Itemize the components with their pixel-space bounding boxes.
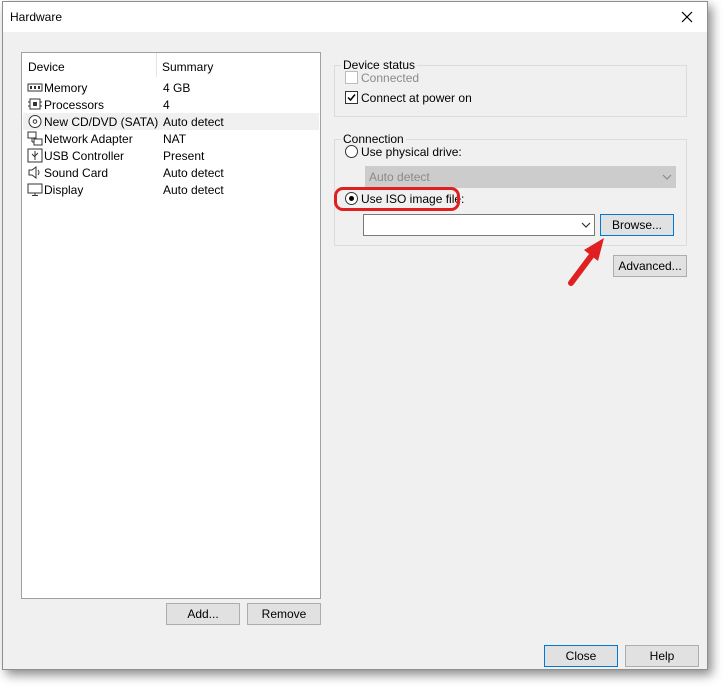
connected-checkbox[interactable] [345,71,358,84]
iso-path-combo[interactable] [363,214,595,236]
checkmark-icon [347,94,356,102]
device-status-title: Device status [341,58,418,72]
device-row-usb-controller[interactable]: USB Controller Present [23,147,319,164]
add-button[interactable]: Add... [166,603,240,625]
device-row-memory[interactable]: Memory 4 GB [23,79,319,96]
chevron-down-icon [662,174,672,180]
device-summary: 4 [163,98,170,112]
device-name: Processors [44,98,105,112]
connection-title: Connection [341,132,406,146]
column-divider[interactable] [156,53,157,77]
device-summary: Auto detect [163,183,224,197]
physical-drive-value: Auto detect [369,170,430,184]
monitor-icon [27,183,43,196]
connect-at-power-on-label: Connect at power on [361,91,472,105]
device-name: USB Controller [44,149,125,163]
title-bar: Hardware [3,2,707,32]
device-summary: Present [163,149,205,163]
callout-highlight [334,187,460,211]
use-physical-drive-radio[interactable] [345,145,358,158]
cd-dvd-icon [28,115,42,128]
chevron-down-icon[interactable] [580,219,592,231]
device-name: Network Adapter [44,132,133,146]
help-button[interactable]: Help [625,645,699,667]
remove-button[interactable]: Remove [247,603,321,625]
device-name: Display [44,183,84,197]
memory-icon [27,83,43,92]
device-name: New CD/DVD (SATA) [44,115,159,129]
usb-icon [27,148,43,163]
speaker-icon [28,166,40,179]
device-summary: 4 GB [163,81,191,95]
column-header-device[interactable]: Device [28,60,65,74]
device-row-processors[interactable]: Processors 4 [23,96,319,113]
device-name: Sound Card [44,166,109,180]
advanced-button[interactable]: Advanced... [613,255,687,277]
close-icon[interactable] [675,5,699,29]
device-row-network-adapter[interactable]: Network Adapter NAT [23,130,319,147]
processor-icon [28,98,42,110]
device-row-display[interactable]: Display Auto detect [23,181,319,198]
connect-at-power-on-checkbox[interactable] [345,91,358,104]
connected-label: Connected [361,71,420,85]
red-arrow-icon [568,238,604,286]
device-summary: Auto detect [163,166,224,180]
close-button[interactable]: Close [544,645,618,667]
window-title: Hardware [10,10,63,24]
browse-button[interactable]: Browse... [600,214,674,236]
device-summary: Auto detect [163,115,224,129]
device-row-sound-card[interactable]: Sound Card Auto detect [23,164,319,181]
network-adapter-icon [27,131,43,146]
device-list-header: Device Summary [22,53,320,77]
hardware-dialog: Hardware Device Summary Memory 4 GB Proc… [2,1,708,670]
physical-drive-select[interactable]: Auto detect [365,166,676,188]
device-summary: NAT [163,132,187,146]
column-header-summary[interactable]: Summary [162,60,213,74]
use-physical-drive-label: Use physical drive: [361,145,462,159]
device-list[interactable]: Device Summary Memory 4 GB Processors 4 [21,52,321,599]
device-name: Memory [44,81,88,95]
device-row-cd-dvd[interactable]: New CD/DVD (SATA) Auto detect [23,113,319,130]
